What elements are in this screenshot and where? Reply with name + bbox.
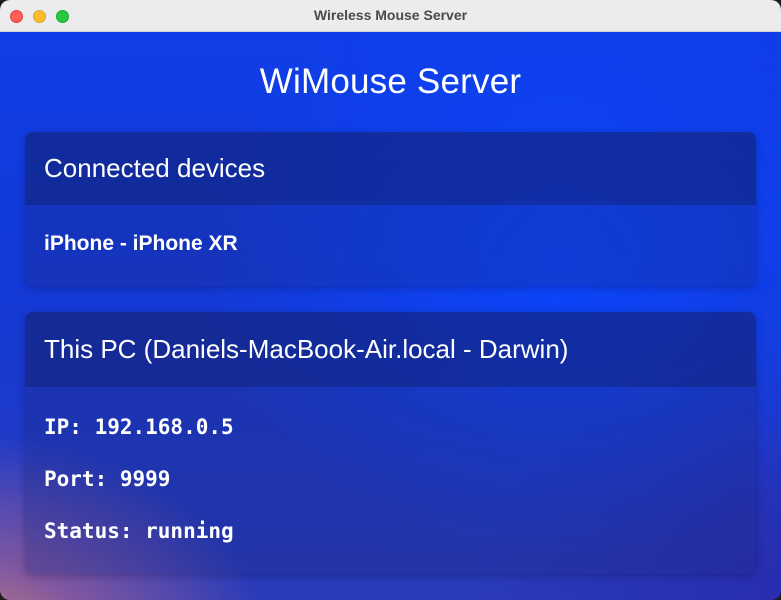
server-status: Status: running: [44, 519, 234, 543]
connected-devices-card: Connected devices iPhone - iPhone XR: [25, 132, 756, 286]
device-item: iPhone - iPhone XR: [44, 232, 238, 255]
this-pc-header: This PC (Daniels-MacBook-Air.local - Dar…: [25, 312, 756, 387]
this-pc-card: This PC (Daniels-MacBook-Air.local - Dar…: [25, 312, 756, 574]
ip-address: IP: 192.168.0.5: [44, 415, 234, 439]
window-title: Wireless Mouse Server: [313, 7, 468, 23]
port-number: Port: 9999: [44, 467, 171, 491]
title-bar[interactable]: Wireless Mouse Server: [0, 0, 781, 32]
app-window: Wireless Mouse Server WiMouse Server Con…: [0, 0, 781, 600]
app-title: WiMouse Server: [259, 62, 522, 101]
main-content: WiMouse Server Connected devices iPhone …: [0, 32, 781, 600]
connected-devices-header: Connected devices: [25, 132, 756, 205]
